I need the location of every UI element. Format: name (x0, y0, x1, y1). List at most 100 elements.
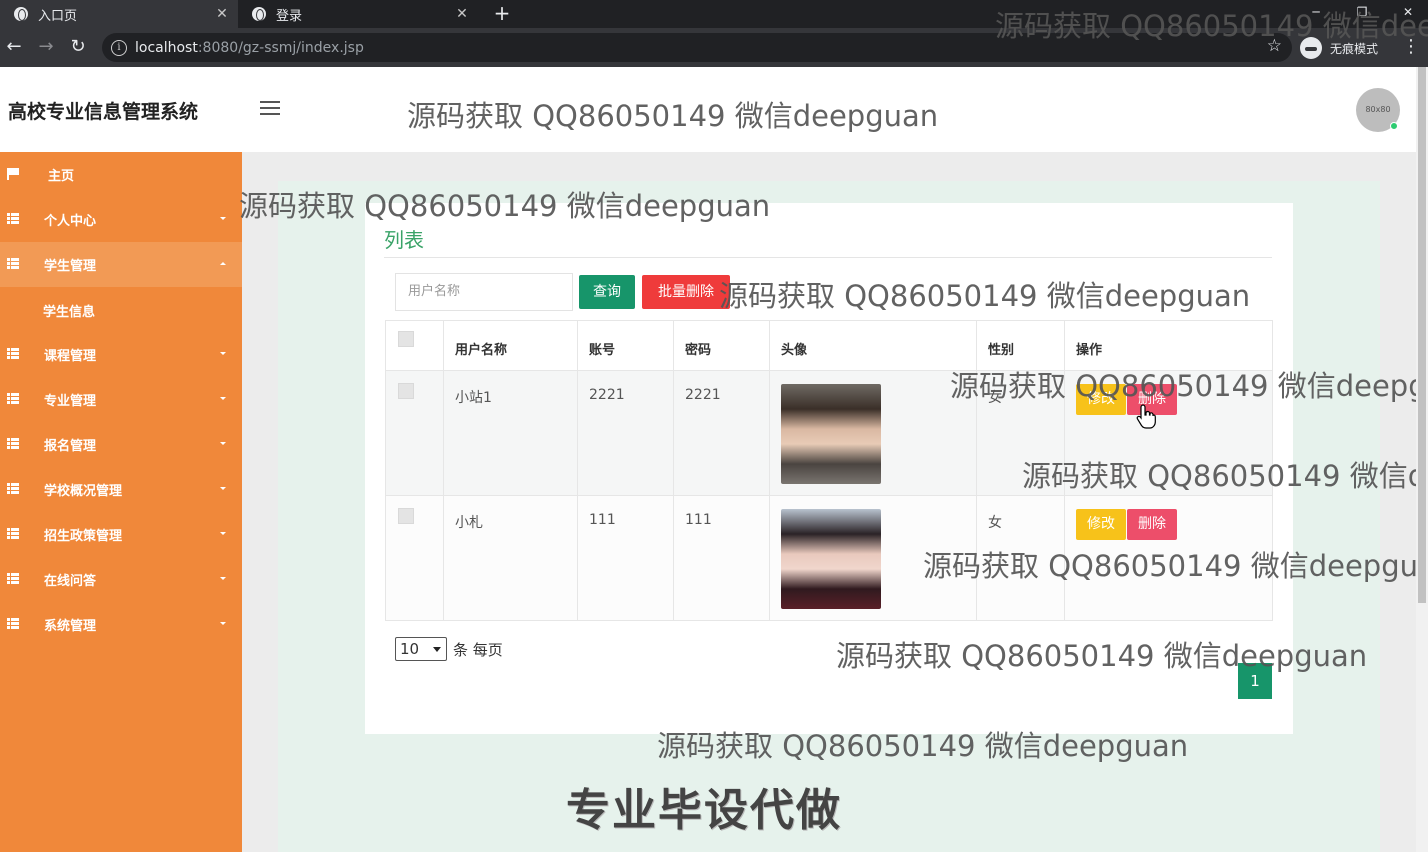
flag-icon (7, 168, 20, 180)
sidebar: 主页 个人中心 学生管理 学生信息 课程管理 专业管理 报名管理 学校概况管理 … (0, 152, 242, 852)
account-cell: 2221 (577, 370, 674, 496)
caret-down-icon (220, 622, 226, 625)
avatar[interactable]: 80x80 (1356, 88, 1400, 132)
column-header: 用户名称 (443, 320, 578, 371)
forward-icon[interactable]: → (34, 36, 58, 60)
watermark: 源码获取 QQ86050149 微信deepguan (1022, 459, 1416, 493)
sidebar-item-label: 个人中心 (44, 214, 97, 229)
sidebar-item-label: 学校概况管理 (44, 484, 123, 499)
divider (384, 257, 1272, 258)
sidebar-subitem-student-info[interactable]: 学生信息 (0, 287, 242, 332)
select-all-cell (385, 320, 444, 371)
row-checkbox[interactable] (398, 383, 414, 399)
page-button[interactable]: 1 (1238, 663, 1272, 699)
sidebar-item-system-management[interactable]: 系统管理 (0, 602, 242, 647)
caret-down-icon (220, 397, 226, 400)
grid-icon (7, 213, 20, 224)
page-size-unit: 条 每页 (453, 640, 503, 659)
grid-icon (7, 438, 20, 449)
grid-icon (7, 528, 20, 539)
grid-icon (7, 573, 20, 584)
promo-watermark: 专业毕设代做 (566, 785, 842, 836)
delete-button[interactable]: 删除 (1127, 509, 1177, 540)
sidebar-item-label: 在线问答 (44, 574, 97, 589)
watermark: 源码获取 QQ86050149 微信deepguan (995, 9, 1428, 40)
caret-down-icon (220, 487, 226, 490)
password-cell: 111 (673, 495, 770, 621)
browser-tab-login[interactable]: 登录 ✕ (238, 0, 478, 28)
new-tab-button[interactable]: + (490, 0, 514, 28)
globe-icon (14, 7, 28, 21)
grid-icon (7, 393, 20, 404)
hand-cursor-icon (1136, 404, 1156, 429)
sidebar-item-label: 学生管理 (44, 259, 97, 274)
avatar-photo (781, 384, 881, 484)
sidebar-item-course-management[interactable]: 课程管理 (0, 332, 242, 377)
sidebar-item-admission-policy[interactable]: 招生政策管理 (0, 512, 242, 557)
panel-title: 列表 (384, 228, 424, 252)
sidebar-subitem-label: 学生信息 (43, 305, 96, 320)
scrollbar-thumb[interactable] (1418, 67, 1426, 603)
sidebar-item-student-management[interactable]: 学生管理 (0, 242, 242, 287)
online-status-dot (1390, 122, 1398, 130)
app-header: 高校专业信息管理系统 80x80 (0, 67, 1416, 152)
row-select-cell (385, 370, 444, 496)
row-select-cell (385, 495, 444, 621)
sidebar-item-label: 专业管理 (44, 394, 97, 409)
username-search-input[interactable]: 用户名称 (395, 273, 573, 311)
column-header: 密码 (673, 320, 770, 371)
row-checkbox[interactable] (398, 508, 414, 524)
incognito-label: 无痕模式 (1330, 41, 1379, 56)
sidebar-item-online-qa[interactable]: 在线问答 (0, 557, 242, 602)
password-cell: 2221 (673, 370, 770, 496)
avatar-photo (781, 509, 881, 609)
watermark-clip: 源码获取 QQ86050149 微信deepguan (915, 540, 1416, 585)
app-title: 高校专业信息管理系统 (8, 101, 199, 123)
sidebar-item-label: 主页 (48, 169, 75, 184)
caret-down-icon (220, 577, 226, 580)
sidebar-item-label: 报名管理 (44, 439, 97, 454)
batch-delete-button[interactable]: 批量删除 (642, 275, 730, 309)
reload-icon[interactable]: ↻ (66, 36, 90, 60)
query-button[interactable]: 查询 (579, 275, 635, 309)
watermark-clip: 源码获取 QQ86050149 微信deepguan (1015, 450, 1416, 495)
caret-down-icon (220, 352, 226, 355)
grid-icon (7, 483, 20, 494)
page-size-select[interactable]: 10 (395, 637, 447, 661)
grid-icon (7, 618, 20, 629)
sidebar-item-home[interactable]: 主页 (0, 152, 242, 197)
sidebar-item-enrollment-management[interactable]: 报名管理 (0, 422, 242, 467)
edit-button[interactable]: 修改 (1076, 509, 1126, 540)
sidebar-item-major-management[interactable]: 专业管理 (0, 377, 242, 422)
info-icon[interactable]: i (111, 39, 127, 56)
avatar-text: 80x80 (1365, 105, 1391, 114)
sidebar-item-personal-center[interactable]: 个人中心 (0, 197, 242, 242)
watermark-clip: 源码获取 QQ86050149 微信deepguan (940, 360, 1416, 405)
sidebar-item-label: 系统管理 (44, 619, 97, 634)
menu-toggle-icon[interactable] (260, 101, 280, 117)
sidebar-item-label: 招生政策管理 (44, 529, 123, 544)
grid-icon (7, 348, 20, 359)
browser-tab-home[interactable]: 入口页 ✕ (0, 0, 238, 28)
close-icon[interactable]: ✕ (212, 6, 232, 22)
tab-label: 入口页 (38, 8, 78, 24)
caret-down-icon (220, 442, 226, 445)
url-path: :8080/gz-ssmj/index.jsp (197, 39, 364, 56)
tab-label: 登录 (276, 8, 303, 24)
caret-down-icon (220, 217, 226, 220)
sidebar-item-school-overview[interactable]: 学校概况管理 (0, 467, 242, 512)
back-icon[interactable]: ← (2, 36, 26, 60)
page-scrollbar[interactable] (1416, 67, 1428, 852)
close-icon[interactable]: ✕ (452, 6, 472, 22)
caret-up-icon (220, 262, 226, 265)
username-cell: 小站1 (443, 370, 578, 496)
watermark: 源码获取 QQ86050149 微信deepguan (950, 369, 1416, 403)
caret-down-icon (220, 532, 226, 535)
watermark-clip: 源码获取 QQ86050149 微信deepguan (990, 0, 1428, 40)
watermark: 源码获取 QQ86050149 微信deepguan (923, 549, 1416, 583)
globe-icon (252, 7, 266, 21)
page-size-control: 10 条 每页 (395, 637, 503, 661)
sidebar-item-label: 课程管理 (44, 349, 97, 364)
select-all-checkbox[interactable] (398, 331, 414, 347)
incognito-icon (1300, 37, 1322, 59)
